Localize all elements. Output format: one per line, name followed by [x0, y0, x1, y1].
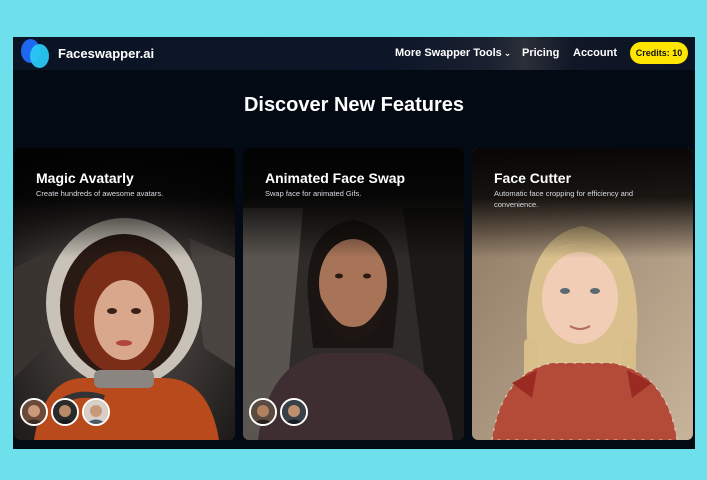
more-swapper-tools-menu[interactable]: More Swapper Tools ⌄	[395, 47, 511, 59]
logo-icon[interactable]	[21, 39, 51, 69]
avatar	[51, 398, 79, 426]
avatar	[249, 398, 277, 426]
browser-page: Faceswapper.ai More Swapper Tools ⌄ Prici…	[13, 37, 695, 449]
pricing-link[interactable]: Pricing	[522, 47, 559, 59]
card-description: Create hundreds of awesome avatars.	[36, 189, 164, 198]
navbar: Faceswapper.ai More Swapper Tools ⌄ Prici…	[13, 37, 695, 70]
sample-avatars	[20, 398, 113, 426]
more-swapper-tools-label: More Swapper Tools	[395, 47, 502, 59]
card-description: Swap face for animated Gifs.	[265, 189, 362, 198]
feature-card-animated-face-swap[interactable]: Animated Face Swap Swap face for animate…	[243, 148, 464, 440]
credits-button[interactable]: Credits: 10	[630, 42, 688, 64]
card-title: Animated Face Swap	[265, 170, 406, 186]
feature-card-magic-avatarly[interactable]: Magic Avatarly Create hundreds of awesom…	[14, 148, 235, 440]
avatar	[20, 398, 48, 426]
chevron-down-icon: ⌄	[503, 48, 512, 58]
card-header-shade	[243, 148, 464, 258]
avatar	[82, 398, 110, 426]
page-title: Discover New Features	[243, 94, 465, 116]
card-description: Automatic face cropping for efficiency a…	[494, 189, 634, 209]
brand-name[interactable]: Faceswapper.ai	[58, 46, 154, 61]
card-header-shade	[14, 148, 235, 258]
card-title: Magic Avatarly	[36, 170, 134, 186]
sample-avatars	[249, 398, 311, 426]
card-title: Face Cutter	[494, 170, 572, 186]
account-link[interactable]: Account	[573, 47, 617, 59]
avatar	[280, 398, 308, 426]
feature-card-face-cutter[interactable]: Face Cutter Automatic face cropping for …	[472, 148, 693, 440]
